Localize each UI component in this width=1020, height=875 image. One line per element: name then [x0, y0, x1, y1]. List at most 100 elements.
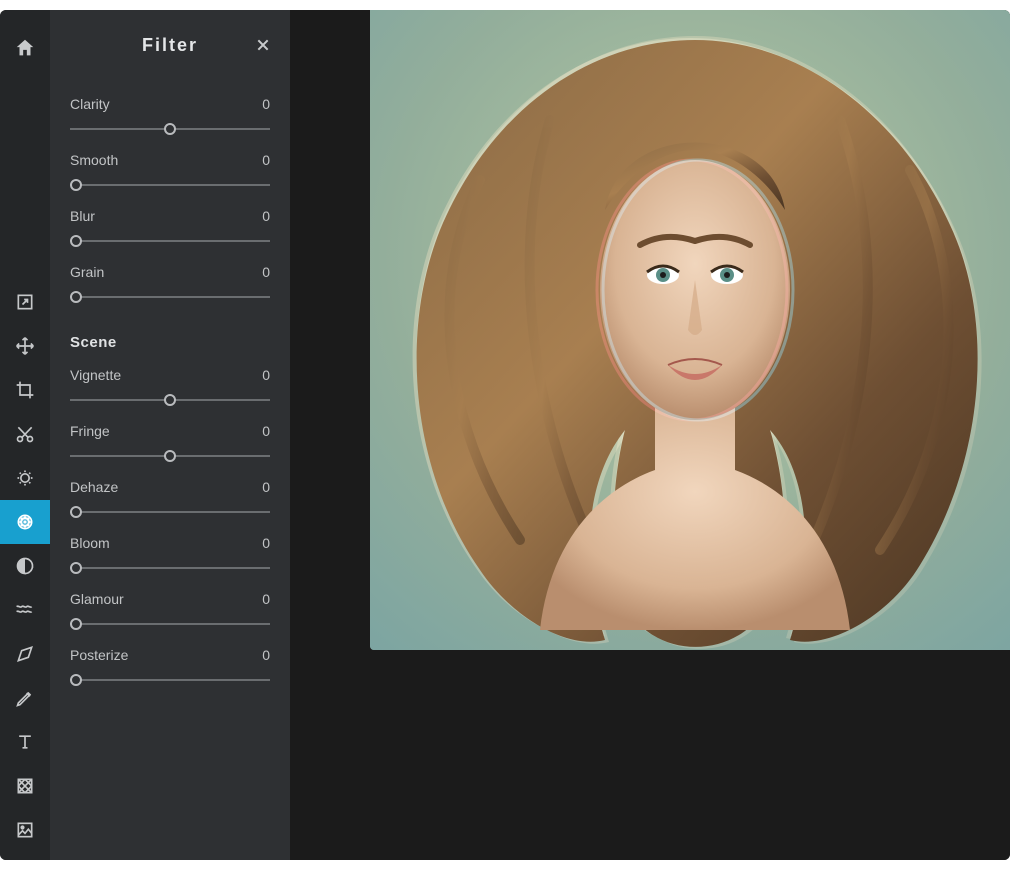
slider-thumb[interactable] — [70, 562, 82, 574]
panel-close-button[interactable] — [252, 34, 274, 56]
tool-draw[interactable] — [0, 676, 50, 720]
slider-label: Smooth — [70, 152, 118, 168]
image-preview — [370, 10, 1010, 650]
slider-thumb[interactable] — [164, 394, 176, 406]
crop-icon — [15, 380, 35, 400]
slider-label-row: Smooth 0 — [70, 152, 270, 168]
slider-blur: Blur0 — [70, 208, 270, 248]
tool-export[interactable] — [0, 280, 50, 324]
slider-track[interactable] — [70, 449, 270, 463]
cut-icon — [15, 424, 35, 444]
pattern-icon — [15, 776, 35, 796]
panel-header: Filter — [70, 10, 270, 80]
slider-dehaze: Dehaze 0 — [70, 479, 270, 519]
slider-label-row: Blur0 — [70, 208, 270, 224]
slider-value: 0 — [262, 264, 270, 280]
home-icon — [14, 37, 36, 59]
slider-track-line — [70, 567, 270, 569]
slider-label-row: Posterize 0 — [70, 647, 270, 663]
image-icon — [15, 820, 35, 840]
slider-label-row: Dehaze 0 — [70, 479, 270, 495]
slider-label-row: Clarity 0 — [70, 96, 270, 112]
slider-label-row: Vignette 0 — [70, 367, 270, 383]
tool-move[interactable] — [0, 324, 50, 368]
tool-adjust[interactable] — [0, 456, 50, 500]
slider-value: 0 — [262, 423, 270, 439]
slider-label: Dehaze — [70, 479, 118, 495]
slider-value: 0 — [262, 152, 270, 168]
slider-track[interactable] — [70, 673, 270, 687]
slider-smooth: Smooth 0 — [70, 152, 270, 192]
slider-track[interactable] — [70, 505, 270, 519]
tool-pattern[interactable] — [0, 764, 50, 808]
slider-track-line — [70, 240, 270, 242]
slider-thumb[interactable] — [70, 506, 82, 518]
home-button[interactable] — [5, 28, 45, 68]
tool-image[interactable] — [0, 808, 50, 852]
slider-clarity: Clarity 0 — [70, 96, 270, 136]
move-icon — [15, 336, 35, 356]
adjust-icon — [15, 468, 35, 488]
slider-track-line — [70, 511, 270, 513]
canvas-area[interactable] — [290, 10, 1010, 860]
tool-filter[interactable] — [0, 500, 50, 544]
slider-track-line — [70, 623, 270, 625]
vignette-tool-icon — [15, 556, 35, 576]
slider-vignette: Vignette 0 — [70, 367, 270, 407]
slider-thumb[interactable] — [70, 674, 82, 686]
tool-heal[interactable] — [0, 632, 50, 676]
tool-cut[interactable] — [0, 412, 50, 456]
slider-track[interactable] — [70, 234, 270, 248]
slider-label: Fringe — [70, 423, 110, 439]
slider-label: Vignette — [70, 367, 121, 383]
slider-track[interactable] — [70, 122, 270, 136]
slider-value: 0 — [262, 96, 270, 112]
slider-bloom: Bloom 0 — [70, 535, 270, 575]
slider-label: Posterize — [70, 647, 128, 663]
slider-thumb[interactable] — [164, 450, 176, 462]
slider-track[interactable] — [70, 393, 270, 407]
panel-title: Filter — [142, 35, 198, 56]
slider-label: Glamour — [70, 591, 124, 607]
slider-track-line — [70, 296, 270, 298]
slider-label-row: Fringe 0 — [70, 423, 270, 439]
close-icon — [255, 37, 271, 53]
heal-icon — [15, 644, 35, 664]
slider-fringe: Fringe 0 — [70, 423, 270, 463]
slider-value: 0 — [262, 535, 270, 551]
slider-label: Bloom — [70, 535, 110, 551]
slider-track[interactable] — [70, 178, 270, 192]
slider-label-row: Grain0 — [70, 264, 270, 280]
section-title-scene: Scene — [70, 334, 270, 351]
tool-rail — [0, 10, 50, 860]
slider-thumb[interactable] — [164, 123, 176, 135]
slider-grain: Grain0 — [70, 264, 270, 304]
slider-thumb[interactable] — [70, 179, 82, 191]
liquify-icon — [15, 600, 35, 620]
tool-text[interactable] — [0, 720, 50, 764]
slider-label: Clarity — [70, 96, 110, 112]
app-window: Filter Clarity0Smooth0Blur0Grain0 Scene … — [0, 10, 1010, 860]
tool-crop[interactable] — [0, 368, 50, 412]
slider-label-row: Bloom 0 — [70, 535, 270, 551]
slider-thumb[interactable] — [70, 618, 82, 630]
slider-value: 0 — [262, 479, 270, 495]
filter-icon — [15, 512, 35, 532]
draw-icon — [15, 688, 35, 708]
slider-track[interactable] — [70, 561, 270, 575]
tool-liquify[interactable] — [0, 588, 50, 632]
slider-label-row: Glamour0 — [70, 591, 270, 607]
slider-track-line — [70, 184, 270, 186]
export-icon — [15, 292, 35, 312]
slider-track[interactable] — [70, 290, 270, 304]
slider-thumb[interactable] — [70, 291, 82, 303]
slider-track[interactable] — [70, 617, 270, 631]
slider-value: 0 — [262, 367, 270, 383]
slider-group-scene: Vignette0Fringe0Dehaze0Bloom0Glamour0Pos… — [70, 367, 270, 687]
slider-value: 0 — [262, 208, 270, 224]
tool-vignette[interactable] — [0, 544, 50, 588]
slider-value: 0 — [262, 647, 270, 663]
slider-thumb[interactable] — [70, 235, 82, 247]
filter-panel: Filter Clarity0Smooth0Blur0Grain0 Scene … — [50, 10, 290, 860]
slider-posterize: Posterize 0 — [70, 647, 270, 687]
